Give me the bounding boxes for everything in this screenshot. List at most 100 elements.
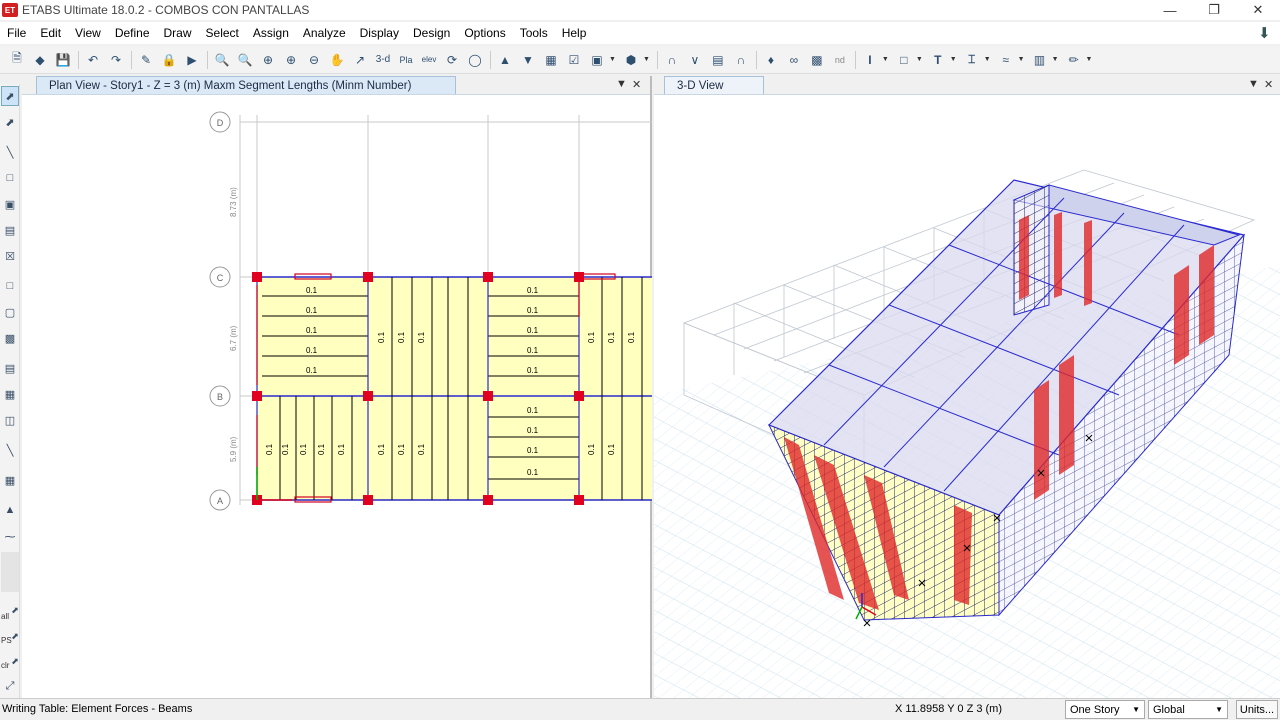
wall-section-icon[interactable]: ▥ (1029, 49, 1051, 71)
new-model-icon[interactable]: 🗎 (6, 49, 28, 71)
draw-floor-icon[interactable]: □ (1, 276, 19, 296)
plan-view-drawing: D C B A 8.73 (m) 6.7 (m) 5.9 (m) 0.1 0.1… (209, 111, 652, 511)
toolbar-scroll-handle[interactable] (1, 552, 19, 592)
display-options-icon[interactable]: ▣ (586, 49, 608, 71)
shell-icon[interactable]: ∞ (783, 49, 805, 71)
coord-system-select[interactable]: Global ▼ (1148, 700, 1228, 719)
dropdown-arrow-icon[interactable]: ▼ (609, 56, 616, 63)
pan-icon[interactable]: ✋ (326, 49, 348, 71)
draw-rectangle-icon[interactable]: ▢ (1, 302, 19, 322)
tab-3d-view[interactable]: 3-D View (664, 76, 764, 94)
run-analysis-icon[interactable]: ▶ (181, 49, 203, 71)
panel-close-icon[interactable]: ✕ (632, 78, 641, 91)
menu-draw[interactable]: Draw (157, 26, 199, 40)
dropdown-arrow-icon[interactable]: ▼ (1052, 56, 1059, 63)
tab-plan-view[interactable]: Plan View - Story1 - Z = 3 (m) Maxm Segm… (36, 76, 456, 94)
snap-options-icon[interactable]: ⤢ (1, 676, 19, 696)
zoom-restore-icon[interactable]: 🔍 (234, 49, 256, 71)
menu-display[interactable]: Display (353, 26, 406, 40)
panel-close-icon[interactable]: ✕ (1264, 78, 1273, 91)
segment-label: 0.1 (527, 326, 539, 335)
menu-define[interactable]: Define (108, 26, 157, 40)
section-box-icon[interactable]: □ (893, 49, 915, 71)
check-icon[interactable]: ☑ (563, 49, 585, 71)
pointer-icon[interactable]: ⬈ (1, 86, 19, 106)
dropdown-arrow-icon[interactable]: ▼ (950, 56, 957, 63)
view-elevation-button[interactable]: elev (418, 49, 440, 71)
menu-design[interactable]: Design (406, 26, 457, 40)
move-down-story-icon[interactable]: ▼ (517, 49, 539, 71)
save-icon[interactable]: 💾 (52, 49, 74, 71)
draw-opening-icon[interactable]: ▤ (1, 358, 19, 378)
draw-frame-icon[interactable]: □ (1, 168, 19, 188)
draw-dimension-icon[interactable]: ⁓ (1, 526, 19, 546)
panel-menu-icon[interactable]: ▼ (1248, 78, 1259, 90)
menu-view[interactable]: View (68, 26, 108, 40)
extrude-view-icon[interactable]: ⬢ (620, 49, 642, 71)
perspective-icon[interactable]: ◯ (464, 49, 486, 71)
node-label-button[interactable]: nd (829, 49, 851, 71)
dropdown-arrow-icon[interactable]: ▼ (643, 56, 650, 63)
view-3d-button[interactable]: 3-d (372, 49, 394, 71)
object-filter-icon[interactable]: ▦ (540, 49, 562, 71)
plan-view-canvas[interactable]: D C B A 8.73 (m) 6.7 (m) 5.9 (m) 0.1 0.1… (22, 95, 652, 698)
draw-area-icon[interactable]: ▦ (1, 384, 19, 404)
reshape-icon[interactable]: ⬈ (1, 112, 19, 132)
draw-line-icon[interactable]: ╲ (1, 142, 19, 162)
draw-pen-icon[interactable]: ✏ (1063, 49, 1085, 71)
menu-help[interactable]: Help (555, 26, 594, 40)
frame-icon[interactable]: ∩ (661, 49, 683, 71)
restore-button[interactable]: ❐ (1192, 0, 1236, 20)
section-t-icon[interactable]: T (927, 49, 949, 71)
rubber-band-zoom-icon[interactable]: ↗ (349, 49, 371, 71)
menu-select[interactable]: Select (199, 26, 246, 40)
units-button[interactable]: Units... (1236, 700, 1278, 719)
dropdown-arrow-icon[interactable]: ▼ (916, 56, 923, 63)
menu-analyze[interactable]: Analyze (296, 26, 353, 40)
bay-icon[interactable]: ∩ (730, 49, 752, 71)
draw-beam-icon[interactable]: ▤ (1, 220, 19, 240)
draw-wall-icon[interactable]: ▩ (1, 328, 19, 348)
story-select[interactable]: One Story ▼ (1065, 700, 1145, 719)
brace-icon[interactable]: ∨ (684, 49, 706, 71)
rotate-3d-icon[interactable]: ⟳ (441, 49, 463, 71)
draw-brace-icon[interactable]: ☒ (1, 246, 19, 266)
section-i-filled-icon[interactable]: ⌶ (961, 49, 983, 71)
move-up-story-icon[interactable]: ▲ (494, 49, 516, 71)
menu-assign[interactable]: Assign (246, 26, 296, 40)
zoom-full-icon[interactable]: ⊕ (257, 49, 279, 71)
deck-icon[interactable]: ≈ (995, 49, 1017, 71)
draw-column-icon[interactable]: ▣ (1, 194, 19, 214)
draw-tendon-icon[interactable]: ▲ (1, 500, 19, 520)
pencil-icon[interactable]: ✎ (135, 49, 157, 71)
grid-lines-icon[interactable]: ▤ (707, 49, 729, 71)
open-model-icon[interactable]: ◆ (29, 49, 51, 71)
zoom-in-icon[interactable]: ⊕ (280, 49, 302, 71)
joint-icon[interactable]: ♦ (760, 49, 782, 71)
dropdown-arrow-icon[interactable]: ▼ (1086, 56, 1093, 63)
segment-label: 0.1 (306, 286, 318, 295)
dropdown-arrow-icon[interactable]: ▼ (984, 56, 991, 63)
panel-menu-icon[interactable]: ▼ (616, 78, 627, 90)
zoom-window-icon[interactable]: 🔍 (211, 49, 233, 71)
dropdown-arrow-icon[interactable]: ▼ (882, 56, 889, 63)
lock-icon[interactable]: 🔒 (158, 49, 180, 71)
download-icon[interactable]: ⬇ (1258, 24, 1274, 42)
view-plan-button[interactable]: Pla (395, 49, 417, 71)
draw-grid-icon[interactable]: ▦ (1, 470, 19, 490)
menu-file[interactable]: File (0, 26, 33, 40)
zoom-out-icon[interactable]: ⊖ (303, 49, 325, 71)
undo-icon[interactable]: ↶ (82, 49, 104, 71)
menu-edit[interactable]: Edit (33, 26, 68, 40)
redo-icon[interactable]: ↷ (105, 49, 127, 71)
view-3d-canvas[interactable] (654, 95, 1280, 698)
draw-link-icon[interactable]: ╲ (1, 440, 19, 460)
minimize-button[interactable]: — (1148, 0, 1192, 20)
close-button[interactable]: ✕ (1236, 0, 1280, 20)
section-i-icon[interactable]: I (859, 49, 881, 71)
menu-options[interactable]: Options (457, 26, 512, 40)
dropdown-arrow-icon[interactable]: ▼ (1018, 56, 1025, 63)
mesh-icon[interactable]: ▩ (806, 49, 828, 71)
draw-ramp-icon[interactable]: ◫ (1, 410, 19, 430)
menu-tools[interactable]: Tools (513, 26, 555, 40)
